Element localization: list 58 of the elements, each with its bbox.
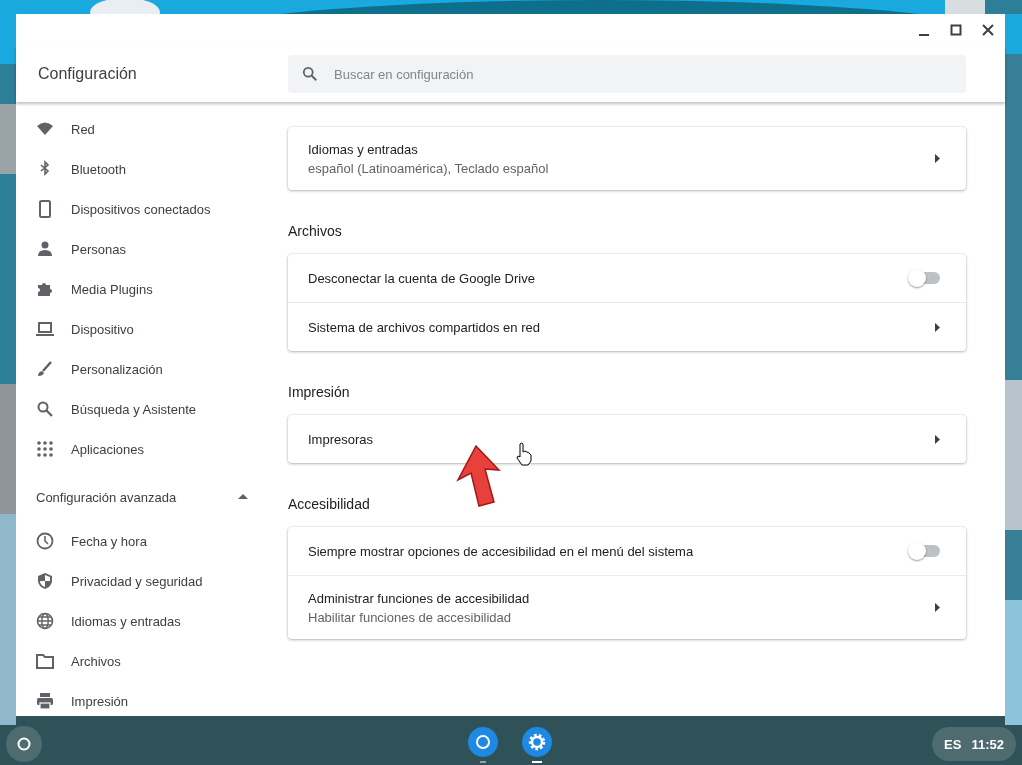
toggle-switch[interactable] xyxy=(908,542,940,560)
collapse-icon[interactable] xyxy=(238,494,248,500)
sidebar-icon xyxy=(36,692,54,710)
maximize-icon[interactable] xyxy=(949,23,963,37)
settings-icon[interactable] xyxy=(520,726,554,764)
sidebar-item[interactable]: Personas xyxy=(16,229,270,269)
sidebar-icon xyxy=(36,320,54,338)
sidebar-icon xyxy=(36,572,54,590)
sidebar-item[interactable]: Personalización xyxy=(16,349,270,389)
setting-description: español (Latinoamérica), Teclado español xyxy=(308,160,549,176)
sidebar-icon xyxy=(36,532,54,550)
sidebar-icon xyxy=(36,240,54,258)
language-indicator: ES xyxy=(944,736,962,752)
chevron-right-icon[interactable] xyxy=(935,322,940,332)
browser-icon[interactable] xyxy=(466,726,500,764)
setting-label: Siempre mostrar opciones de accesibilidad en el menú del sistema xyxy=(308,543,694,559)
chevron-right-icon[interactable] xyxy=(935,154,940,163)
sidebar-icon xyxy=(36,652,54,670)
sidebar-item[interactable]: Impresión xyxy=(16,681,270,721)
sidebar-item[interactable]: Privacidad y seguridad xyxy=(16,561,270,601)
launcher-button[interactable] xyxy=(6,726,42,762)
search-field[interactable]: Buscar en configuración xyxy=(288,55,966,93)
setting-description: Habilitar funciones de accesibilidad xyxy=(308,609,513,625)
sidebar-icon xyxy=(36,440,54,458)
sidebar-item[interactable]: Dispositivo xyxy=(16,309,270,349)
section-title: Impresión xyxy=(288,384,350,400)
setting-label[interactable]: Idiomas y entradas xyxy=(308,141,549,157)
sidebar-icon xyxy=(36,400,54,418)
sidebar-item[interactable]: Bluetooth xyxy=(16,149,270,189)
section-heading[interactable]: Configuración avanzada xyxy=(36,489,177,505)
setting-label[interactable]: Impresoras xyxy=(308,431,374,447)
setting-label[interactable]: Sistema de archivos compartidos en red xyxy=(308,319,540,335)
window-title: Configuración xyxy=(37,65,138,83)
setting-label[interactable]: Administrar funciones de accesibilidad xyxy=(308,590,530,606)
circle-icon xyxy=(17,737,31,751)
sidebar-icon xyxy=(36,280,54,298)
sidebar-item[interactable]: Búsqueda y Asistente xyxy=(16,389,270,429)
sidebar-item[interactable]: Idiomas y entradas xyxy=(16,601,270,641)
toggle-switch[interactable] xyxy=(908,269,940,287)
chevron-right-icon[interactable] xyxy=(935,434,940,444)
close-icon[interactable] xyxy=(981,23,995,37)
sidebar-item[interactable]: Fecha y hora xyxy=(16,521,270,561)
sidebar-item[interactable]: Dispositivos conectados xyxy=(16,189,270,229)
chevron-right-icon[interactable] xyxy=(935,603,940,612)
sidebar-item[interactable]: Archivos xyxy=(16,641,270,681)
hand-cursor-icon xyxy=(514,442,534,466)
search-icon xyxy=(302,66,318,82)
sidebar-icon xyxy=(36,360,54,378)
status-tray[interactable]: ES 11:52 xyxy=(932,727,1016,761)
clock: 11:52 xyxy=(971,736,1004,752)
sidebar-item[interactable]: Red xyxy=(16,109,270,149)
sidebar-item[interactable]: Media Plugins xyxy=(16,269,270,309)
sidebar-item[interactable]: Aplicaciones xyxy=(16,429,270,469)
setting-label: Desconectar la cuenta de Google Drive xyxy=(308,270,535,286)
sidebar-icon xyxy=(36,200,54,218)
section-title: Archivos xyxy=(288,223,342,239)
section-title: Accesibilidad xyxy=(288,496,370,512)
sidebar-icon xyxy=(36,612,54,630)
